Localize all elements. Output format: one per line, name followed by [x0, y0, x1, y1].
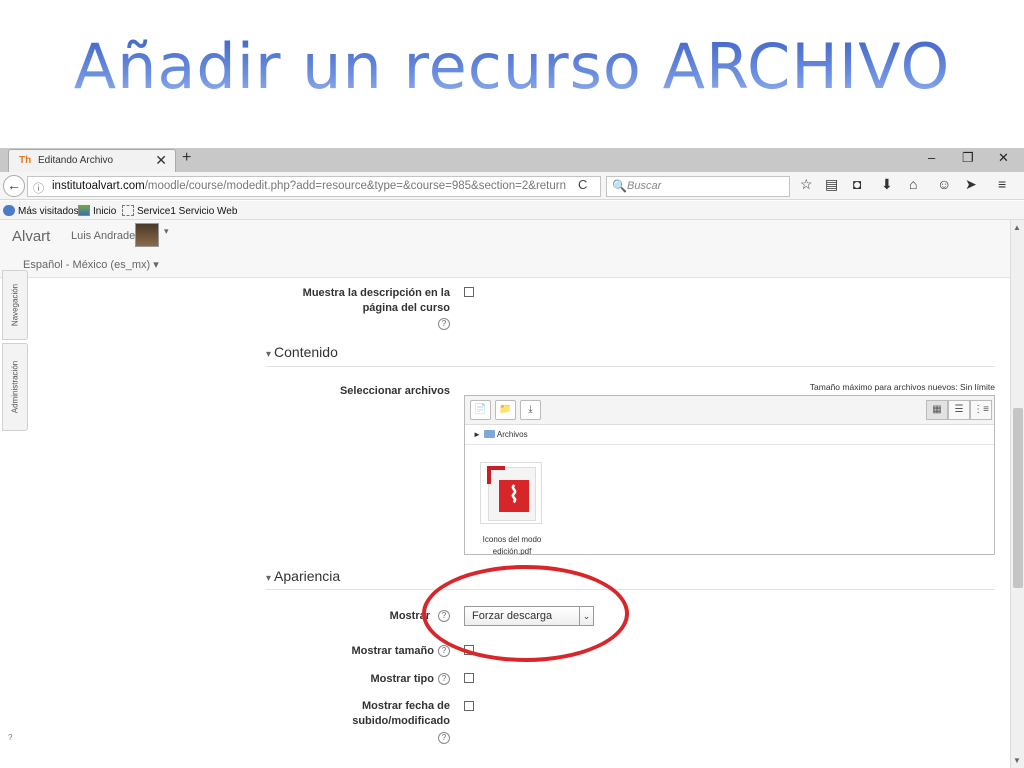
user-name[interactable]: Luis Andrade	[71, 230, 135, 242]
tab-bar: Th Editando Archivo ✕ + – ❐ ✕	[0, 148, 1024, 172]
max-size-note: Tamaño máximo para archivos nuevos: Sin …	[809, 382, 995, 392]
path-arrow-icon: ►	[473, 430, 481, 439]
pocket-icon[interactable]: ◘	[853, 176, 861, 192]
url-bar[interactable]: ⓘ institutoalvart.com/moodle/course/mode…	[27, 176, 601, 197]
bookmarks-bar: Más visitados Inicio Service1 Servicio W…	[0, 201, 1024, 220]
collapse-triangle-icon: ▾	[266, 349, 272, 360]
vertical-scrollbar[interactable]: ▲ ▼	[1010, 220, 1024, 768]
new-tab-button[interactable]: +	[182, 149, 191, 167]
minimize-button[interactable]: –	[928, 150, 935, 165]
image-icon	[78, 205, 90, 216]
site-brand[interactable]: Alvart	[12, 228, 50, 245]
bookmark-label: Inicio	[93, 206, 117, 217]
back-button[interactable]: ←	[3, 175, 25, 197]
moodle-page: Alvart Luis Andrade ▾ Español - México (…	[0, 220, 1024, 768]
moodle-favicon-icon: Th	[19, 155, 32, 166]
bookmark-inicio[interactable]: Inicio	[78, 205, 116, 217]
folder-icon	[483, 430, 495, 438]
user-menu-caret-icon[interactable]: ▾	[164, 226, 169, 237]
search-input[interactable]: 🔍 Buscar	[606, 176, 790, 197]
show-description-checkbox[interactable]	[464, 287, 474, 297]
show-date-label: Mostrar fecha de subido/modificado	[352, 700, 450, 727]
help-icon[interactable]: ?	[438, 318, 450, 330]
language-menu[interactable]: Español - México (es_mx) ▾	[23, 258, 159, 271]
administration-tab-label: Administración	[10, 360, 20, 414]
select-files-label: Seleccionar archivos	[339, 385, 450, 397]
tab-editando-archivo[interactable]: Th Editando Archivo ✕	[8, 149, 176, 172]
browser-window: Th Editando Archivo ✕ + – ❐ ✕ ← ⓘ instit…	[0, 148, 1024, 768]
download-all-button[interactable]: ⤓	[520, 400, 541, 420]
reload-icon[interactable]: C	[578, 177, 587, 192]
help-icon[interactable]: ?	[438, 732, 450, 744]
search-placeholder: Buscar	[627, 180, 662, 192]
file-name[interactable]: Iconos del modo edición.pdf	[473, 534, 551, 555]
bookmark-service1[interactable]: Service1 Servicio Web	[122, 205, 237, 217]
avatar[interactable]	[135, 223, 159, 247]
show-size-label: Mostrar tamaño	[351, 645, 434, 657]
file-thumbnail[interactable]: ⌇	[480, 462, 542, 524]
dashed-page-icon	[122, 205, 134, 216]
view-list-button[interactable]: ☰	[948, 400, 970, 420]
help-corner-icon[interactable]: ?	[8, 733, 12, 742]
send-icon[interactable]: ➤	[965, 176, 977, 193]
show-date-checkbox[interactable]	[464, 701, 474, 711]
show-description-label: Muestra la descripción en la página del …	[302, 287, 450, 314]
folder-label[interactable]: Archivos	[497, 430, 528, 439]
scroll-up-icon[interactable]: ▲	[1013, 223, 1021, 232]
administration-block-tab[interactable]: Administración	[2, 343, 28, 431]
download-icon[interactable]: ⬇	[881, 176, 893, 193]
restore-button[interactable]: ❐	[962, 150, 974, 166]
display-label: Mostrar	[389, 610, 430, 622]
show-type-checkbox[interactable]	[464, 673, 474, 683]
bookmark-label: Service1 Servicio Web	[137, 206, 238, 217]
annotation-ellipse	[422, 565, 629, 662]
section-apariencia[interactable]: ▾ Apariencia	[266, 568, 340, 584]
add-file-button[interactable]: 📄	[470, 400, 491, 420]
globe-icon	[3, 205, 15, 216]
bookmark-star-icon[interactable]: ☆	[800, 176, 813, 193]
view-icons-button[interactable]: ▦	[926, 400, 948, 420]
tab-close-icon[interactable]: ✕	[155, 152, 167, 169]
scroll-thumb[interactable]	[1013, 408, 1023, 588]
url-path: /moodle/course/modedit.php?add=resource&…	[144, 180, 566, 192]
bookmark-mas-visitados[interactable]: Más visitados	[3, 205, 79, 217]
section-contenido[interactable]: ▾ Contenido	[266, 344, 338, 360]
navigation-block-tab[interactable]: Navegación	[2, 270, 28, 340]
file-manager-toolbar: 📄 📁 ⤓ ▦ ☰ ⋮≡	[465, 396, 994, 425]
section-divider	[266, 589, 995, 590]
section-divider	[266, 366, 995, 367]
bookmark-label: Más visitados	[18, 206, 79, 217]
url-host: institutoalvart.com	[52, 180, 145, 192]
close-window-button[interactable]: ✕	[998, 150, 1009, 166]
home-icon[interactable]: ⌂	[909, 176, 917, 192]
help-icon[interactable]: ?	[438, 673, 450, 685]
moodle-header: Alvart Luis Andrade ▾ Español - México (…	[0, 220, 1010, 278]
create-folder-button[interactable]: 📁	[495, 400, 516, 420]
pdf-file-icon: ⌇	[487, 466, 536, 521]
help-icon[interactable]: ?	[438, 645, 450, 657]
menu-icon[interactable]: ≡	[998, 176, 1006, 192]
search-icon: 🔍	[612, 179, 627, 193]
site-info-icon[interactable]: ⓘ	[33, 180, 44, 196]
navigation-bar: ← ⓘ institutoalvart.com/moodle/course/mo…	[0, 172, 1024, 200]
file-manager-path: ► Archivos	[465, 425, 994, 445]
tab-title: Editando Archivo	[38, 155, 114, 166]
show-type-label: Mostrar tipo	[370, 673, 434, 685]
navigation-tab-label: Navegación	[10, 283, 20, 327]
view-tree-button[interactable]: ⋮≡	[970, 400, 992, 420]
scroll-down-icon[interactable]: ▼	[1013, 756, 1021, 765]
file-manager: 📄 📁 ⤓ ▦ ☰ ⋮≡ ► Archivos ⌇ Iconos del modo…	[464, 395, 995, 555]
reading-list-icon[interactable]: ▤	[825, 176, 838, 193]
smiley-icon[interactable]: ☺	[937, 176, 951, 192]
collapse-triangle-icon: ▾	[266, 573, 272, 584]
slide-title: Añadir un recurso ARCHIVO	[0, 30, 1024, 103]
